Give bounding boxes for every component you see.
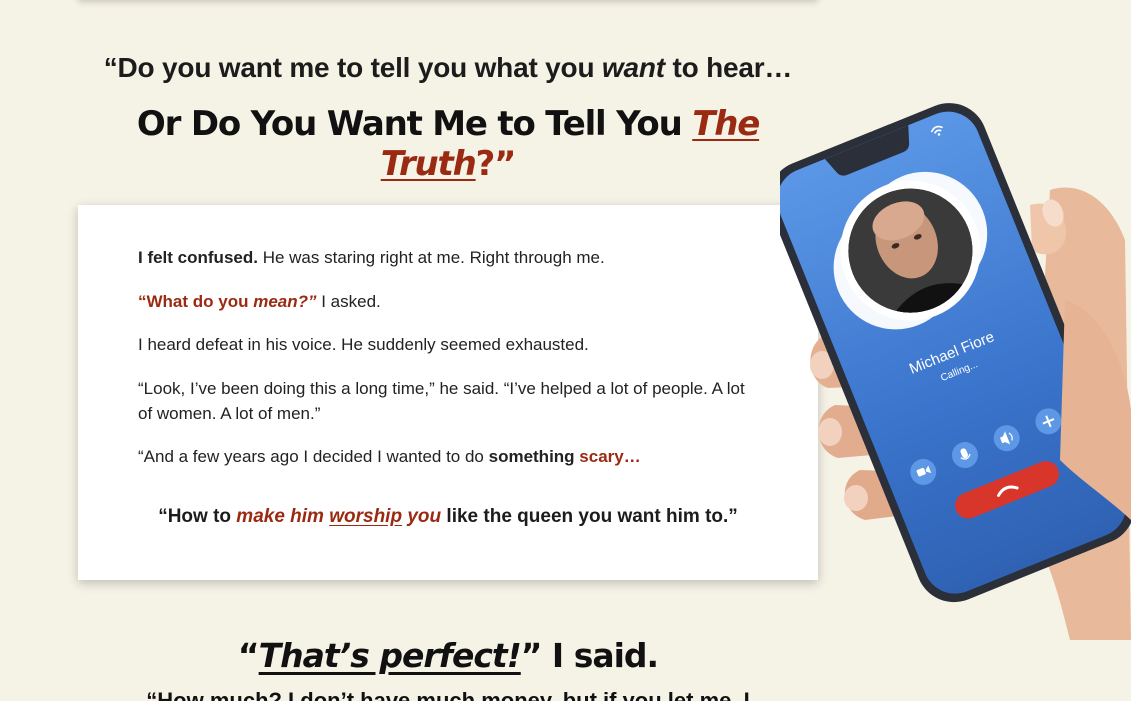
perfect-heading: “That’s perfect!” I said. <box>78 636 818 675</box>
headline-text-end: to hear… <box>664 52 793 83</box>
story-paragraph-4: “Look, I’ve been doing this a long time,… <box>138 379 745 423</box>
sales-page: “Do you want me to tell you what you wan… <box>0 0 1131 701</box>
story-paragraph-2: “What do you mean?” I asked. <box>138 289 758 314</box>
headline-emphasis: want <box>601 52 665 83</box>
perfect-word: That’s perfect! <box>258 636 522 675</box>
perfect-open-quote: “ <box>237 636 260 675</box>
story-paragraph-5: “And a few years ago I decided I wanted … <box>138 444 758 469</box>
story-card: I felt confused. He was staring right at… <box>78 205 818 580</box>
quote-accent-underlined: worship <box>329 506 403 527</box>
story-text: He was staring right at me. Right throug… <box>257 248 605 267</box>
headline-truth: Or Do You Want Me to Tell You The Truth?… <box>78 104 818 184</box>
headline-truth-text: Or Do You Want Me to Tell You <box>136 104 693 144</box>
story-text: “And a few years ago I decided I wanted … <box>138 447 489 466</box>
story-bold-lead: I felt confused. <box>138 248 258 267</box>
quote-accent: make him <box>236 506 330 527</box>
story-accent-word: scary… <box>574 447 641 466</box>
story-quote-emphasis: mean?” <box>253 292 317 311</box>
quote-text-end: like the queen you want him to.” <box>441 506 738 527</box>
story-paragraph-1: I felt confused. He was staring right at… <box>138 245 758 270</box>
bottom-cut-text: “How much? I don’t have much money, but … <box>146 688 750 701</box>
perfect-rest: ” I said. <box>520 636 659 675</box>
card-quote: “How to make him worship you like the qu… <box>78 506 818 528</box>
headline-text: “Do you want me to tell you what you <box>103 52 602 83</box>
headline-question: “Do you want me to tell you what you wan… <box>78 52 818 84</box>
story-bold-word: something <box>488 447 575 466</box>
phone-illustration: Michael Fiore Calling... <box>780 103 1131 640</box>
truth-close-quote: ?” <box>475 144 517 184</box>
quote-text: “How to <box>158 506 237 527</box>
story-quote: “What do you <box>138 292 254 311</box>
quote-accent-end: you <box>402 506 442 527</box>
story-text: I asked. <box>316 292 381 311</box>
story-paragraph-3: I heard defeat in his voice. He suddenly… <box>138 335 589 354</box>
